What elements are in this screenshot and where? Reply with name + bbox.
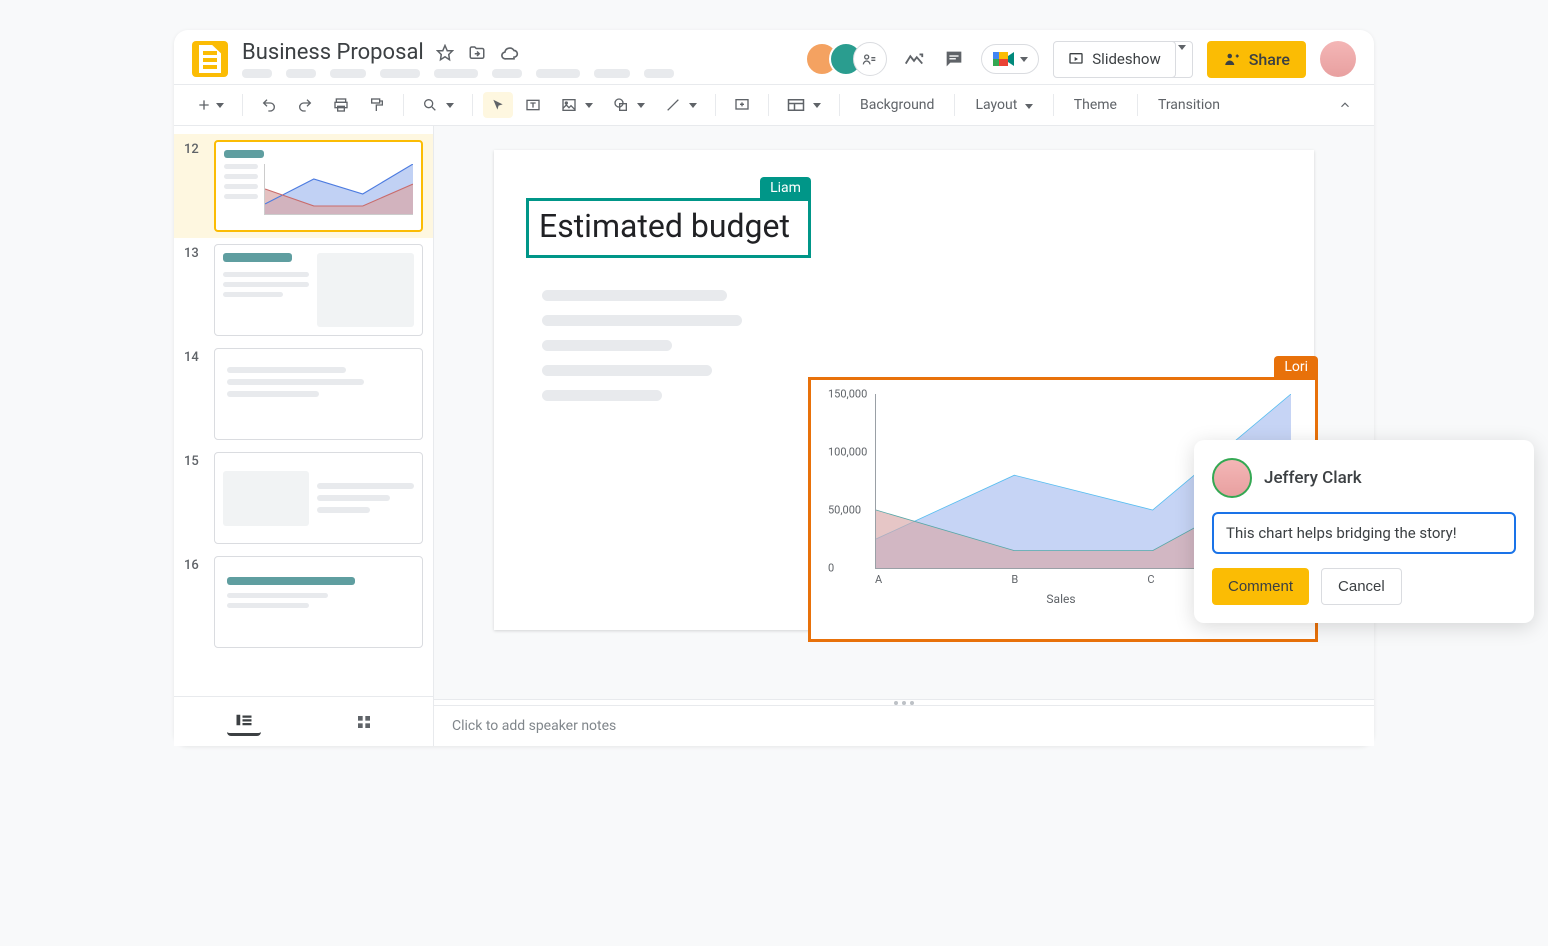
comment-submit-button[interactable]: Comment bbox=[1212, 568, 1309, 605]
theme-button[interactable]: Theme bbox=[1064, 91, 1127, 119]
new-slide-button[interactable] bbox=[188, 91, 232, 119]
redo-button[interactable] bbox=[289, 91, 321, 119]
star-icon[interactable] bbox=[434, 42, 456, 64]
doc-title-area: Business Proposal bbox=[242, 40, 674, 78]
image-button[interactable] bbox=[553, 91, 601, 119]
slideshow-button[interactable]: Slideshow bbox=[1053, 41, 1175, 78]
slideshow-label: Slideshow bbox=[1092, 50, 1160, 68]
filmstrip: 12 bbox=[174, 126, 434, 746]
zoom-button[interactable] bbox=[414, 91, 462, 119]
header: Business Proposal bbox=[174, 30, 1374, 84]
comment-author-name: Jeffery Clark bbox=[1264, 468, 1362, 488]
main-area: 12 bbox=[174, 126, 1374, 746]
comment-author-avatar bbox=[1212, 458, 1252, 498]
menu-bar[interactable] bbox=[242, 69, 674, 78]
collapse-toolbar-button[interactable] bbox=[1330, 92, 1360, 118]
comment-add-button[interactable] bbox=[726, 91, 758, 119]
layout-button[interactable]: Layout bbox=[965, 91, 1042, 119]
profile-avatar[interactable] bbox=[1320, 41, 1356, 77]
chevron-down-icon bbox=[637, 103, 645, 108]
filmstrip-list-view[interactable] bbox=[227, 707, 261, 736]
chevron-down-icon bbox=[585, 103, 593, 108]
chevron-down-icon bbox=[1020, 57, 1028, 62]
slide-thumbnail[interactable]: 12 bbox=[174, 134, 433, 238]
slide-title-text[interactable]: Estimated budget bbox=[539, 207, 790, 245]
print-button[interactable] bbox=[325, 91, 357, 119]
textbox-button[interactable] bbox=[517, 91, 549, 119]
toolbar: Background Layout Theme Transition bbox=[174, 84, 1374, 126]
collaborator-label: Liam bbox=[760, 177, 811, 199]
cloud-status-icon[interactable] bbox=[498, 42, 520, 64]
paint-format-button[interactable] bbox=[361, 91, 393, 119]
select-tool-button[interactable] bbox=[483, 92, 513, 118]
comments-icon[interactable] bbox=[941, 48, 967, 70]
chevron-down-icon bbox=[689, 103, 697, 108]
slide-thumbnail[interactable]: 15 bbox=[174, 446, 433, 550]
chevron-down-icon bbox=[813, 103, 821, 108]
undo-button[interactable] bbox=[253, 91, 285, 119]
doc-title[interactable]: Business Proposal bbox=[242, 40, 424, 65]
slide-canvas[interactable]: Liam Estimated budget Lori bbox=[494, 150, 1314, 630]
slides-logo[interactable] bbox=[192, 41, 228, 77]
speaker-notes[interactable]: Click to add speaker notes bbox=[434, 705, 1374, 746]
activity-icon[interactable] bbox=[901, 48, 927, 70]
chevron-down-icon bbox=[446, 103, 454, 108]
share-button[interactable]: Share bbox=[1207, 41, 1306, 78]
chevron-down-icon bbox=[1178, 45, 1186, 69]
app-window: Business Proposal bbox=[174, 30, 1374, 746]
slide-thumbnail[interactable]: 13 bbox=[174, 238, 433, 342]
move-folder-icon[interactable] bbox=[466, 42, 488, 64]
meet-button[interactable] bbox=[981, 44, 1039, 74]
canvas-area: Liam Estimated budget Lori bbox=[434, 126, 1374, 746]
comment-popup: Jeffery Clark This chart helps bridging … bbox=[1194, 440, 1534, 623]
background-button[interactable]: Background bbox=[850, 91, 944, 119]
title-textbox[interactable]: Liam Estimated budget bbox=[526, 198, 811, 258]
comment-cancel-button[interactable]: Cancel bbox=[1321, 568, 1402, 605]
layout-picker-button[interactable] bbox=[779, 92, 829, 118]
line-button[interactable] bbox=[657, 91, 705, 119]
slide-thumbnail[interactable]: 14 bbox=[174, 342, 433, 446]
share-label: Share bbox=[1249, 50, 1290, 69]
filmstrip-grid-view[interactable] bbox=[348, 707, 380, 736]
shape-button[interactable] bbox=[605, 91, 653, 119]
comment-input[interactable]: This chart helps bridging the story! bbox=[1212, 512, 1516, 554]
avatar-more[interactable] bbox=[853, 42, 887, 76]
slide-thumbnail[interactable]: 16 bbox=[174, 550, 433, 654]
collaborator-avatars[interactable] bbox=[805, 42, 887, 76]
collaborator-label: Lori bbox=[1274, 356, 1318, 378]
slideshow-dropdown[interactable] bbox=[1172, 41, 1193, 78]
chevron-down-icon bbox=[1025, 104, 1033, 109]
transition-button[interactable]: Transition bbox=[1148, 91, 1230, 119]
chevron-down-icon bbox=[216, 103, 224, 108]
